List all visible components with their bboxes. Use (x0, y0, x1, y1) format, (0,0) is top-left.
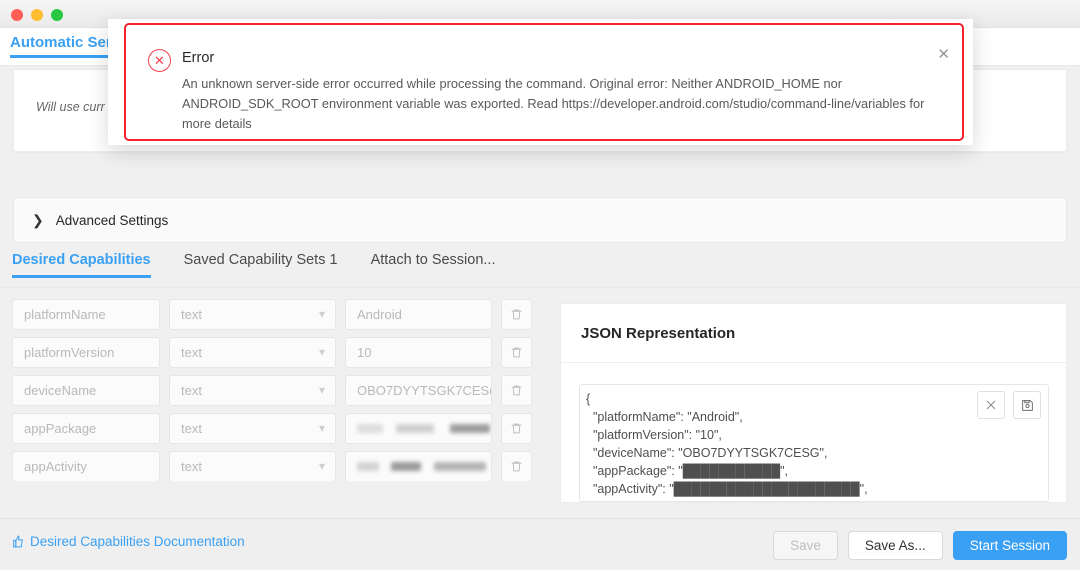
delete-capability-button[interactable] (501, 412, 532, 444)
capability-type-select[interactable]: text ▾ (169, 336, 336, 368)
capability-value-input[interactable]: Android (345, 298, 492, 330)
table-row: deviceName text ▾ OBO7DYYTSGK7CES( (0, 371, 552, 409)
start-session-button[interactable]: Start Session (952, 531, 1067, 560)
trash-icon (511, 461, 522, 471)
error-dialog-title: Error (182, 50, 215, 66)
json-representation-panel: JSON Representation { "platformName": "A… (560, 303, 1067, 503)
delete-capability-button[interactable] (501, 298, 532, 330)
error-dialog-close-button[interactable]: ✕ (937, 45, 950, 63)
close-window-button[interactable] (11, 9, 23, 21)
capability-name-input[interactable]: appActivity (12, 450, 160, 481)
error-dialog: ✕ Error An unknown server-side error occ… (124, 23, 964, 141)
json-save-button[interactable] (1013, 391, 1041, 419)
tab-active-underline (12, 275, 151, 278)
json-text-area[interactable]: { "platformName": "Android", "platformVe… (579, 384, 1049, 502)
chevron-down-icon: ▾ (318, 421, 325, 435)
capability-type-select[interactable]: text ▾ (169, 298, 336, 330)
chevron-right-icon: ❯ (32, 212, 44, 228)
traffic-lights (11, 9, 63, 21)
chevron-down-icon: ▾ (318, 383, 325, 397)
error-dialog-message: An unknown server-side error occurred wh… (182, 76, 925, 131)
trash-icon (511, 309, 522, 319)
error-dialog-backdrop: ✕ Error An unknown server-side error occ… (108, 19, 973, 145)
capability-type-value: text (181, 382, 202, 398)
capability-type-value: text (181, 420, 202, 436)
capability-name-input[interactable]: platformName (12, 298, 160, 330)
table-row: appPackage text ▾ (0, 409, 552, 447)
chevron-down-icon: ▾ (318, 345, 325, 359)
footer-action-buttons: Save Save As... Start Session (773, 531, 1067, 560)
capability-value-input[interactable] (345, 412, 492, 444)
capability-type-value: text (181, 458, 202, 474)
trash-icon (511, 347, 522, 357)
capability-type-value: text (181, 344, 202, 360)
json-panel-title: JSON Representation (561, 304, 1066, 363)
capability-type-value: text (181, 306, 202, 322)
chevron-down-icon: ▾ (318, 307, 325, 321)
capability-value-input[interactable] (345, 450, 492, 481)
capability-type-select[interactable]: text ▾ (169, 412, 336, 444)
delete-capability-button[interactable] (501, 374, 532, 406)
tab-active-underline (10, 55, 121, 58)
advanced-settings-section[interactable]: ❯ Advanced Settings (13, 197, 1067, 243)
table-row: platformName text ▾ Android (0, 295, 552, 333)
doc-link-label: Desired Capabilities Documentation (30, 534, 245, 549)
app-window: Automatic Serv Will use curr ❯ Advanced … (0, 0, 1080, 570)
server-note-text: Will use curr (36, 100, 105, 114)
json-action-buttons (977, 391, 1041, 419)
capability-value-input[interactable]: OBO7DYYTSGK7CES( (345, 374, 492, 406)
table-row: platformVersion text ▾ 10 (0, 333, 552, 371)
capability-name-input[interactable]: appPackage (12, 412, 160, 444)
close-icon (986, 400, 996, 410)
capability-value-input[interactable]: 10 (345, 336, 492, 368)
trash-icon (511, 423, 522, 433)
trash-icon (511, 385, 522, 395)
capability-name-input[interactable]: platformVersion (12, 336, 160, 368)
tab-saved-capability-sets[interactable]: Saved Capability Sets 1 (184, 252, 338, 278)
tab-automatic-server[interactable]: Automatic Serv (10, 34, 121, 58)
footer-bar: Desired Capabilities Documentation Save … (0, 518, 1080, 570)
delete-capability-button[interactable] (501, 450, 532, 481)
tab-attach-to-session[interactable]: Attach to Session... (371, 252, 496, 278)
table-row: appActivity text ▾ (0, 447, 552, 481)
desired-capabilities-documentation-link[interactable]: Desired Capabilities Documentation (12, 534, 245, 549)
redacted-value (357, 421, 491, 436)
error-circle-x-icon: ✕ (148, 49, 171, 72)
tab-desired-capabilities-label: Desired Capabilities (12, 252, 151, 268)
capability-name-input[interactable]: deviceName (12, 374, 160, 406)
chevron-down-icon: ▾ (318, 459, 325, 473)
maximize-window-button[interactable] (51, 9, 63, 21)
floppy-disk-icon (1021, 399, 1033, 411)
thumbs-up-icon (13, 535, 23, 548)
save-button[interactable]: Save (773, 531, 838, 560)
tab-saved-capability-sets-label: Saved Capability Sets 1 (183, 252, 338, 268)
json-close-button[interactable] (977, 391, 1005, 419)
capability-type-select[interactable]: text ▾ (169, 374, 336, 406)
minimize-window-button[interactable] (31, 9, 43, 21)
tab-automatic-server-label: Automatic Serv (10, 34, 121, 51)
advanced-settings-label: Advanced Settings (55, 212, 169, 228)
tab-divider (0, 287, 1080, 288)
json-text-content: { "platformName": "Android", "platformVe… (586, 392, 868, 501)
delete-capability-button[interactable] (501, 336, 532, 368)
capability-tab-bar: Desired Capabilities Saved Capability Se… (0, 252, 1080, 288)
tab-desired-capabilities[interactable]: Desired Capabilities (12, 252, 151, 278)
capability-type-select[interactable]: text ▾ (169, 450, 336, 481)
redacted-value (357, 459, 487, 474)
save-as-button[interactable]: Save As... (847, 531, 943, 560)
tab-attach-to-session-label: Attach to Session... (370, 252, 496, 268)
capabilities-list[interactable]: platformName text ▾ Android platformVers… (0, 295, 552, 481)
